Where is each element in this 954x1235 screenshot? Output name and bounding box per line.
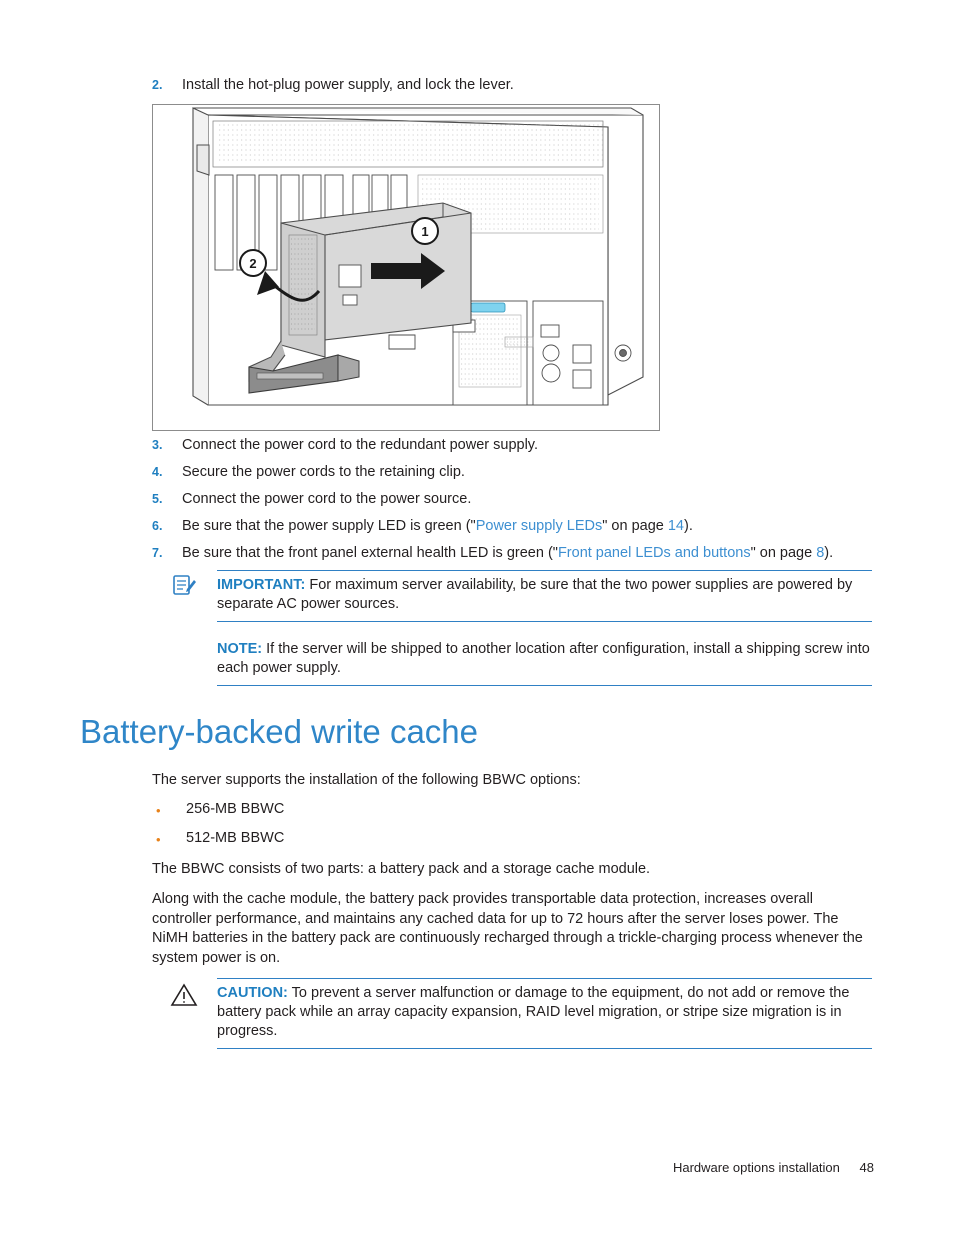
step-text: Connect the power cord to the redundant … xyxy=(182,437,539,453)
list-item: 7. Be sure that the front panel external… xyxy=(152,544,932,563)
important-notice: IMPORTANT: For maximum server availabili… xyxy=(217,570,872,622)
note-text: If the server will be shipped to another… xyxy=(217,641,870,676)
bullet-icon: • xyxy=(156,832,161,847)
important-label: IMPORTANT: xyxy=(217,577,306,593)
step7-post: ). xyxy=(824,545,834,561)
step-number: 7. xyxy=(152,546,163,560)
bullet-label: 256-MB BBWC xyxy=(186,801,285,817)
list-item: 6. Be sure that the power supply LED is … xyxy=(152,517,912,536)
important-text: For maximum server availability, be sure… xyxy=(217,577,853,612)
step7-pre: Be sure that the front panel external he… xyxy=(182,545,558,561)
step-number: 3. xyxy=(152,438,163,452)
figure-callout-1-text: 1 xyxy=(421,224,428,239)
document-page: 2. Install the hot-plug power supply, an… xyxy=(0,0,954,1235)
list-item: • 256-MB BBWC xyxy=(152,801,284,820)
footer-page-number: 48 xyxy=(859,1160,874,1175)
note-label: NOTE: xyxy=(217,641,263,657)
list-item: 4. Secure the power cords to the retaini… xyxy=(152,463,872,482)
server-rear-illustration: 1 2 xyxy=(192,107,644,406)
note-notice: NOTE: If the server will be shipped to a… xyxy=(217,635,872,686)
step6-post: ). xyxy=(684,518,693,534)
link-front-panel-leds-and-buttons[interactable]: Front panel LEDs and buttons xyxy=(558,545,751,561)
link-page-14[interactable]: 14 xyxy=(668,518,684,534)
caution-bottom-rule xyxy=(217,1048,872,1049)
bullet-label: 512-MB BBWC xyxy=(186,830,285,846)
step7-mid: " on page xyxy=(750,545,817,561)
step-text: Secure the power cords to the retaining … xyxy=(182,464,465,480)
paragraph-bbwc-parts: The BBWC consists of two parts: a batter… xyxy=(152,861,651,877)
bullet-icon: • xyxy=(156,803,161,818)
list-item: 5. Connect the power cord to the power s… xyxy=(152,490,872,509)
step-number: 2. xyxy=(152,78,163,92)
step-text: Be sure that the front panel external he… xyxy=(182,544,833,563)
step6-pre: Be sure that the power supply LED is gre… xyxy=(182,518,476,534)
footer-chapter: Hardware options installation xyxy=(672,1160,840,1175)
figure-callout-2-text: 2 xyxy=(249,256,256,271)
step-text: Be sure that the power supply LED is gre… xyxy=(182,517,693,536)
warning-triangle-icon xyxy=(168,982,200,1013)
notice-mid-rule xyxy=(217,621,872,622)
step6-mid: " on page xyxy=(602,518,668,534)
list-item: 3. Connect the power cord to the redunda… xyxy=(152,436,872,455)
intro-paragraph: The server supports the installation of … xyxy=(152,772,581,788)
caution-notice-body: CAUTION: To prevent a server malfunction… xyxy=(217,979,872,1048)
step-text: Connect the power cord to the power sour… xyxy=(182,491,472,507)
step-text: Install the hot-plug power supply, and l… xyxy=(182,77,514,93)
note-pencil-icon xyxy=(168,572,200,603)
important-notice-body: IMPORTANT: For maximum server availabili… xyxy=(217,571,872,621)
link-power-supply-leds[interactable]: Power supply LEDs xyxy=(476,518,603,534)
caution-text: To prevent a server malfunction or damag… xyxy=(217,985,850,1039)
figure-hot-plug-power-supply: 1 2 xyxy=(152,104,660,431)
page-title: Battery-backed write cache xyxy=(80,713,479,750)
caution-notice: CAUTION: To prevent a server malfunction… xyxy=(217,978,872,1049)
notice-bottom-rule xyxy=(217,685,872,686)
page-footer: Hardware options installation 48 xyxy=(0,1160,874,1175)
note-notice-body: NOTE: If the server will be shipped to a… xyxy=(217,635,872,685)
list-item: • 512-MB BBWC xyxy=(152,830,284,849)
caution-label: CAUTION: xyxy=(217,985,288,1001)
step-number: 5. xyxy=(152,492,163,506)
step-number: 6. xyxy=(152,519,163,533)
paragraph-bbwc-details: Along with the cache module, the battery… xyxy=(152,891,863,966)
step-number: 4. xyxy=(152,465,163,479)
list-item: 2. Install the hot-plug power supply, an… xyxy=(152,76,872,95)
